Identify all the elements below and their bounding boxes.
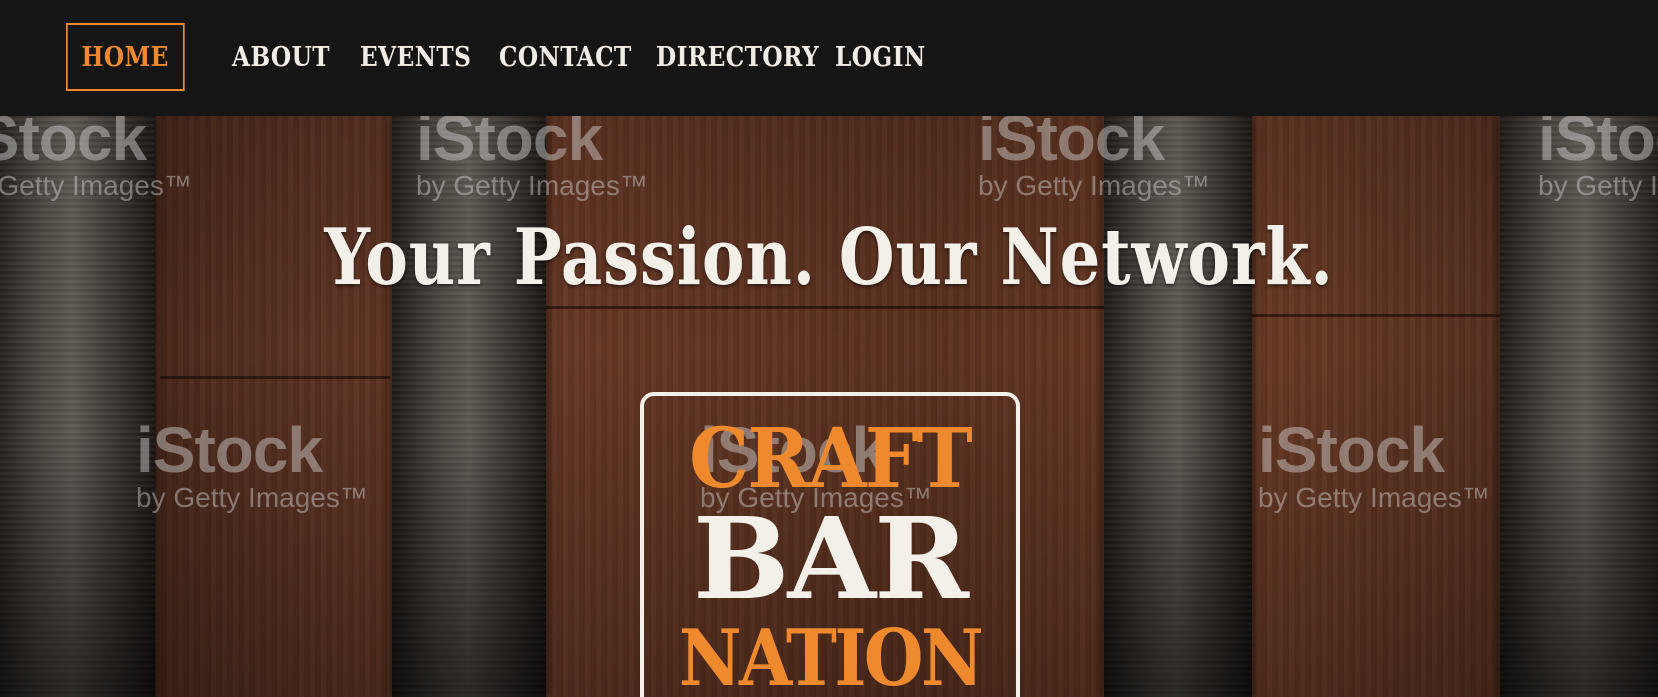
plank-seam <box>1250 314 1510 317</box>
barrel-band <box>392 116 546 697</box>
logo-line-bar: BAR <box>692 494 969 625</box>
page: HOME ABOUT EVENTS CONTACT DIRECTORY LOGI… <box>0 0 1658 697</box>
barrel-band <box>1104 116 1252 697</box>
hero-tagline: Your Passion. Our Network. <box>324 212 1334 303</box>
watermark: iStock by Getty Images™ <box>136 414 368 513</box>
plank-seam <box>160 376 390 379</box>
craft-bar-nation-logo: CRAFT BAR NATION <box>640 392 1020 697</box>
watermark: iStock by Getty Images™ <box>1258 414 1490 513</box>
nav-item-about[interactable]: ABOUT <box>232 23 330 91</box>
plank-seam <box>540 306 1110 309</box>
logo-line-craft: CRAFT <box>689 411 973 507</box>
nav-item-login[interactable]: LOGIN <box>835 23 926 91</box>
barrel-band <box>1500 116 1658 697</box>
nav-item-home[interactable]: HOME <box>66 23 185 91</box>
hero-banner: iStock by Getty Images™ iStock by Getty … <box>0 116 1658 697</box>
top-nav: HOME ABOUT EVENTS CONTACT DIRECTORY LOGI… <box>0 0 1658 116</box>
barrel-band <box>0 116 155 697</box>
nav-item-contact[interactable]: CONTACT <box>499 23 632 91</box>
logo-line-nation: NATION <box>678 613 984 697</box>
nav-item-events[interactable]: EVENTS <box>360 23 471 91</box>
nav-item-directory[interactable]: DIRECTORY <box>656 23 819 91</box>
